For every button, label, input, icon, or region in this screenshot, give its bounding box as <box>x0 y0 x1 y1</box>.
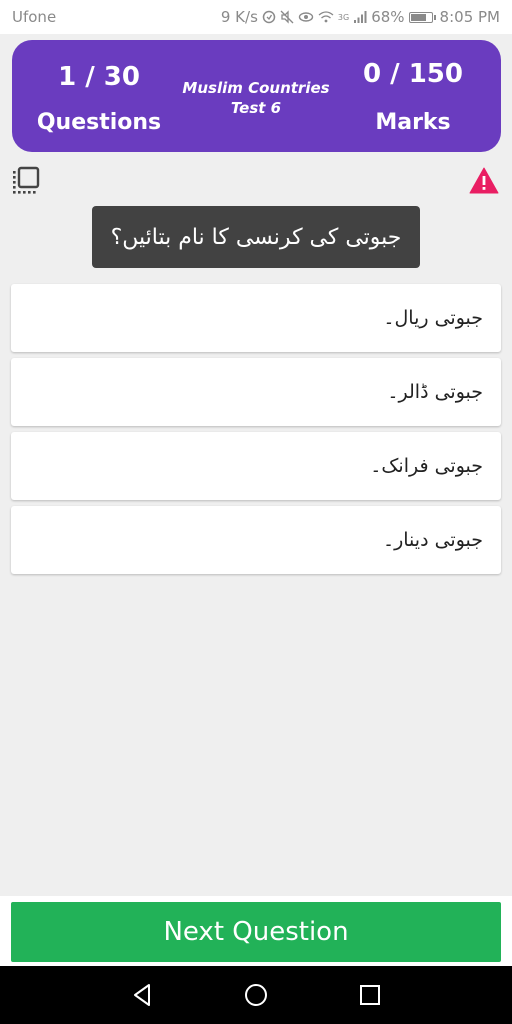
status-icons: 9 K/s 3G 68% 8:05 PM <box>221 8 500 26</box>
test-title: Muslim Countries Test 6 <box>180 40 332 152</box>
home-icon[interactable] <box>241 980 271 1010</box>
question-text-box: جبوتی کی کرنسی کا نام بتائیں؟ <box>92 206 420 268</box>
score-header: 1 / 30 Questions Muslim Countries Test 6… <box>12 40 501 152</box>
network-type: 3G <box>337 12 350 22</box>
navigation-bar <box>0 966 512 1024</box>
data-saver-icon <box>262 10 276 24</box>
signal-icon <box>354 11 367 23</box>
recent-apps-icon[interactable] <box>355 980 385 1010</box>
answer-options: جبوتی ریال۔ جبوتی ڈالر۔ جبوتی فرانک۔ جبو… <box>11 284 501 580</box>
question-text: جبوتی کی کرنسی کا نام بتائیں؟ <box>110 224 402 250</box>
back-icon[interactable] <box>128 980 158 1010</box>
next-question-button[interactable]: Next Question <box>11 902 501 962</box>
answer-option-label: جبوتی دینار۔ <box>382 529 483 551</box>
next-button-area: Next Question <box>0 896 512 966</box>
answer-option-2[interactable]: جبوتی ڈالر۔ <box>11 358 501 426</box>
battery-icon <box>408 11 436 23</box>
status-bar: Ufone 9 K/s 3G 68% 8:05 PM <box>0 0 512 34</box>
questions-counter: 1 / 30 Questions <box>24 40 174 152</box>
test-title-line2: Test 6 <box>230 99 282 117</box>
marks-label: Marks <box>375 110 451 135</box>
warning-icon[interactable] <box>469 166 499 196</box>
answer-option-label: جبوتی فرانک۔ <box>370 455 483 477</box>
answer-option-3[interactable]: جبوتی فرانک۔ <box>11 432 501 500</box>
wifi-icon <box>318 11 334 23</box>
answer-option-label: جبوتی ڈالر۔ <box>387 381 483 403</box>
answer-option-1[interactable]: جبوتی ریال۔ <box>11 284 501 352</box>
carrier-name: Ufone <box>12 8 57 26</box>
answer-option-4[interactable]: جبوتی دینار۔ <box>11 506 501 574</box>
battery-percentage: 68% <box>371 8 405 26</box>
mute-icon <box>280 10 294 24</box>
battery-fill <box>410 13 426 21</box>
test-title-line1: Muslim Countries <box>182 79 330 97</box>
marks-count: 0 / 150 <box>363 59 463 89</box>
eye-icon <box>298 12 314 22</box>
select-all-icon[interactable] <box>11 165 41 195</box>
marks-counter: 0 / 150 Marks <box>338 40 488 152</box>
answer-option-label: جبوتی ریال۔ <box>383 307 483 329</box>
clock: 8:05 PM <box>439 8 500 26</box>
questions-count: 1 / 30 <box>58 62 140 92</box>
network-speed: 9 K/s <box>220 8 258 26</box>
questions-label: Questions <box>36 110 162 135</box>
